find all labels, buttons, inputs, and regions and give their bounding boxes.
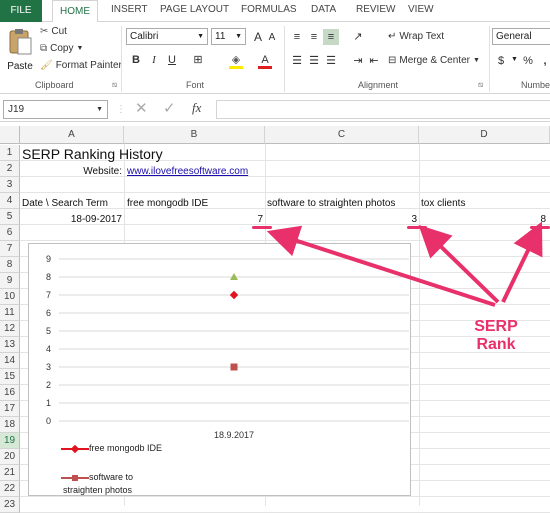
- annotation-label: SERP Rank: [466, 318, 526, 354]
- annotation-arrows: [266, 221, 543, 307]
- arrow-to-c5: [418, 224, 500, 304]
- arrow-to-d5: [501, 221, 543, 303]
- annotation-line1: SERP: [474, 318, 518, 335]
- annotation-line2: Rank: [476, 336, 516, 353]
